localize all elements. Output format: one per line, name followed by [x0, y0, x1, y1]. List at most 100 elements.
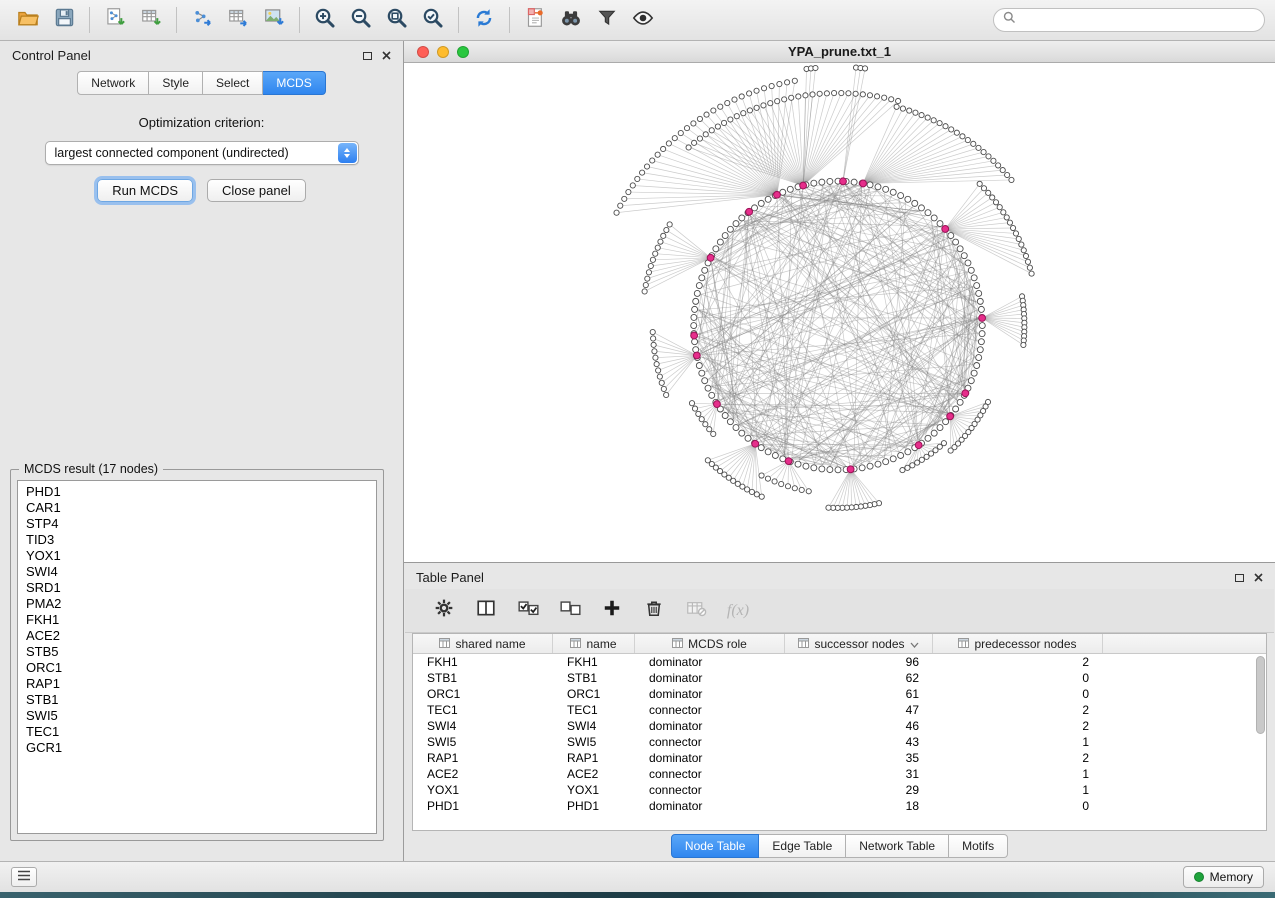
- import-network-button[interactable]: [97, 5, 133, 35]
- column-header-successor-nodes[interactable]: successor nodes: [785, 634, 933, 653]
- table-cell: 2: [933, 654, 1103, 670]
- tab-edge-table[interactable]: Edge Table: [759, 834, 846, 858]
- mcds-result-item[interactable]: SWI5: [18, 708, 376, 724]
- tab-network-table[interactable]: Network Table: [846, 834, 949, 858]
- table-cell: 43: [785, 734, 933, 750]
- tab-network[interactable]: Network: [77, 71, 149, 95]
- table-scrollbar-thumb[interactable]: [1256, 656, 1265, 734]
- mcds-result-item[interactable]: SRD1: [18, 580, 376, 596]
- table-cell: 1: [933, 782, 1103, 798]
- import-table-button[interactable]: [133, 5, 169, 35]
- table-row[interactable]: SWI5SWI5connector431: [413, 734, 1266, 750]
- zoom-selected-button[interactable]: [415, 5, 451, 35]
- mcds-result-item[interactable]: YOX1: [18, 548, 376, 564]
- tab-style[interactable]: Style: [149, 71, 203, 95]
- export-table-button[interactable]: [220, 5, 256, 35]
- run-mcds-button[interactable]: Run MCDS: [97, 179, 193, 202]
- mcds-result-item[interactable]: RAP1: [18, 676, 376, 692]
- table-row[interactable]: PHD1PHD1dominator180: [413, 798, 1266, 814]
- mcds-result-item[interactable]: STB5: [18, 644, 376, 660]
- select-all-button[interactable]: [509, 596, 547, 626]
- search-input[interactable]: [1022, 13, 1255, 27]
- table-panel-title: Table Panel: [416, 570, 484, 585]
- hide-columns-icon: [686, 598, 707, 624]
- show-columns-icon: [476, 598, 496, 623]
- table-row[interactable]: YOX1YOX1connector291: [413, 782, 1266, 798]
- table-row[interactable]: FKH1FKH1dominator962: [413, 654, 1266, 670]
- tab-mcds[interactable]: MCDS: [263, 71, 325, 95]
- mcds-result-item[interactable]: ORC1: [18, 660, 376, 676]
- mcds-result-item[interactable]: PHD1: [18, 484, 376, 500]
- column-header-name[interactable]: name: [553, 634, 635, 653]
- mcds-result-item[interactable]: TID3: [18, 532, 376, 548]
- tab-select[interactable]: Select: [203, 71, 263, 95]
- search-binoculars-button[interactable]: [553, 5, 589, 35]
- table-cell: 1: [933, 766, 1103, 782]
- filter-button[interactable]: [589, 5, 625, 35]
- network-title: YPA_prune.txt_1: [404, 44, 1275, 59]
- delete-rows-icon: [644, 598, 664, 623]
- column-header-shared-name[interactable]: shared name: [413, 634, 553, 653]
- save-session-button[interactable]: [46, 5, 82, 35]
- toolbar-separator: [299, 7, 300, 33]
- float-table-panel-icon[interactable]: [1235, 574, 1244, 582]
- zoom-in-button[interactable]: [307, 5, 343, 35]
- delete-rows-button[interactable]: [635, 596, 673, 626]
- column-label: predecessor nodes: [974, 637, 1076, 651]
- apply-layout-button[interactable]: [466, 5, 502, 35]
- show-hide-eye-button[interactable]: [625, 5, 661, 35]
- table-settings-button[interactable]: [425, 596, 463, 626]
- optimization-criterion-select[interactable]: largest connected component (undirected): [45, 141, 359, 165]
- network-window: YPA_prune.txt_1: [404, 41, 1275, 563]
- node-table-body: FKH1FKH1dominator962STB1STB1dominator620…: [413, 654, 1266, 814]
- table-cell: FKH1: [553, 654, 635, 670]
- table-cell: 18: [785, 798, 933, 814]
- show-columns-button[interactable]: [467, 596, 505, 626]
- mcds-result-item[interactable]: ACE2: [18, 628, 376, 644]
- close-panel-icon[interactable]: [382, 48, 391, 63]
- table-row[interactable]: TEC1TEC1connector472: [413, 702, 1266, 718]
- export-document-button[interactable]: [517, 5, 553, 35]
- select-all-icon: [518, 598, 539, 624]
- search-box[interactable]: [993, 8, 1265, 32]
- table-row[interactable]: STB1STB1dominator620: [413, 670, 1266, 686]
- memory-button[interactable]: Memory: [1183, 866, 1264, 888]
- hide-columns-button[interactable]: [677, 596, 715, 626]
- tab-motifs[interactable]: Motifs: [949, 834, 1008, 858]
- mcds-result-item[interactable]: FKH1: [18, 612, 376, 628]
- add-row-button[interactable]: [593, 596, 631, 626]
- table-row[interactable]: ACE2ACE2connector311: [413, 766, 1266, 782]
- column-header-MCDS-role[interactable]: MCDS role: [635, 634, 785, 653]
- zoom-out-button[interactable]: [343, 5, 379, 35]
- export-image-button[interactable]: [256, 5, 292, 35]
- export-network-button[interactable]: [184, 5, 220, 35]
- main-toolbar-icons: [10, 5, 661, 35]
- table-row[interactable]: ORC1ORC1dominator610: [413, 686, 1266, 702]
- network-view[interactable]: [404, 63, 1275, 562]
- mcds-result-title: MCDS result (17 nodes): [19, 462, 163, 476]
- float-panel-icon[interactable]: [363, 52, 372, 60]
- mcds-result-item[interactable]: SWI4: [18, 564, 376, 580]
- close-table-panel-icon[interactable]: [1254, 570, 1263, 585]
- mcds-result-item[interactable]: TEC1: [18, 724, 376, 740]
- chevron-down-icon[interactable]: [910, 637, 919, 651]
- deselect-all-button[interactable]: [551, 596, 589, 626]
- table-row[interactable]: SWI4SWI4dominator462: [413, 718, 1266, 734]
- table-row[interactable]: RAP1RAP1dominator352: [413, 750, 1266, 766]
- mcds-result-item[interactable]: GCR1: [18, 740, 376, 756]
- zoom-selected-icon: [422, 7, 444, 34]
- column-header-predecessor-nodes[interactable]: predecessor nodes: [933, 634, 1103, 653]
- mcds-result-item[interactable]: PMA2: [18, 596, 376, 612]
- mcds-result-list[interactable]: PHD1CAR1STP4TID3YOX1SWI4SRD1PMA2FKH1ACE2…: [17, 480, 377, 834]
- zoom-fit-button[interactable]: [379, 5, 415, 35]
- close-panel-button[interactable]: Close panel: [207, 179, 306, 202]
- apply-function-button[interactable]: f(x): [719, 596, 757, 626]
- tab-node-table[interactable]: Node Table: [671, 834, 760, 858]
- open-file-button[interactable]: [10, 5, 46, 35]
- mcds-result-item[interactable]: STB1: [18, 692, 376, 708]
- table-cell: TEC1: [413, 702, 553, 718]
- mcds-result-item[interactable]: STP4: [18, 516, 376, 532]
- toolbar-separator: [509, 7, 510, 33]
- mcds-result-item[interactable]: CAR1: [18, 500, 376, 516]
- task-history-button[interactable]: [11, 867, 37, 887]
